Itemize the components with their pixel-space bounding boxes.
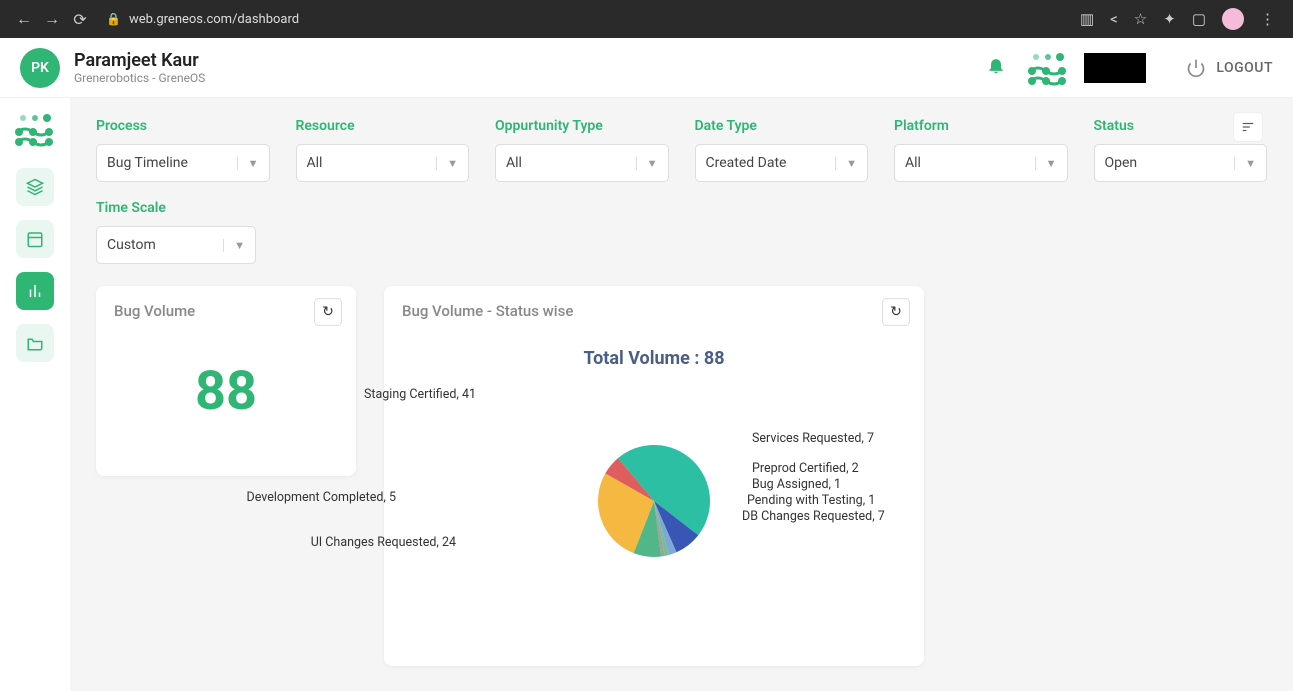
- refresh-bug-volume-button[interactable]: ↻: [314, 298, 342, 326]
- filter-opportunity-type-select[interactable]: All▼: [495, 144, 669, 182]
- logout-button[interactable]: LOGOUT: [1186, 58, 1273, 78]
- pie-slice-label: DB Changes Requested, 7: [742, 509, 885, 524]
- tab-icon[interactable]: ▢: [1192, 10, 1206, 28]
- user-name: Paramjeet Kaur: [74, 50, 205, 71]
- chevron-down-icon: ▼: [436, 157, 458, 170]
- browser-forward-button[interactable]: →: [38, 5, 66, 33]
- notifications-bell-icon[interactable]: [986, 55, 1006, 80]
- sidebar-logo-icon: [13, 110, 57, 148]
- pie-slice-label: Preprod Certified, 2: [752, 461, 859, 476]
- brand-logo-icon: [1026, 49, 1070, 87]
- browser-url-text: web.greneos.com/dashboard: [129, 12, 299, 27]
- sidebar-item-analytics[interactable]: [16, 272, 54, 310]
- filter-process-label: Process: [96, 118, 270, 134]
- extension-icon[interactable]: ▥: [1080, 10, 1094, 28]
- chevron-down-icon: ▼: [237, 157, 259, 170]
- content-area: Process Bug Timeline▼ Resource All▼ Oppu…: [70, 98, 1293, 691]
- layers-icon: [26, 178, 44, 196]
- puzzle-icon[interactable]: ✦: [1163, 10, 1176, 28]
- filter-timescale-label: Time Scale: [96, 200, 1267, 216]
- filter-timescale: Time Scale Custom▼: [96, 200, 1267, 264]
- pie-slice-label: Pending with Testing, 1: [747, 493, 875, 508]
- filter-resource-select[interactable]: All▼: [296, 144, 470, 182]
- browser-url-bar[interactable]: 🔒 web.greneos.com/dashboard: [106, 12, 1080, 27]
- sort-icon: [1241, 120, 1255, 134]
- filter-date-type-label: Date Type: [695, 118, 869, 134]
- chevron-down-icon: ▼: [636, 157, 658, 170]
- refresh-bug-volume-status-button[interactable]: ↻: [882, 298, 910, 326]
- lock-icon: 🔒: [106, 12, 121, 26]
- power-icon: [1186, 58, 1206, 78]
- filter-platform: Platform All▼: [894, 118, 1068, 182]
- sidebar-item-files[interactable]: [16, 324, 54, 362]
- chevron-down-icon: ▼: [835, 157, 857, 170]
- chevron-down-icon: ▼: [223, 239, 245, 252]
- pie-slice-label: UI Changes Requested, 24: [311, 535, 456, 550]
- app-header: PK Paramjeet Kaur Grenerobotics - GreneO…: [0, 38, 1293, 98]
- filter-date-type-select[interactable]: Created Date▼: [695, 144, 869, 182]
- redacted-box: [1084, 53, 1146, 83]
- profile-avatar-icon[interactable]: [1222, 8, 1244, 30]
- card-bug-volume-status: Bug Volume - Status wise ↻ Total Volume …: [384, 286, 924, 666]
- filter-platform-label: Platform: [894, 118, 1068, 134]
- pie-slice-label: Staging Certified, 41: [364, 387, 476, 402]
- user-avatar[interactable]: PK: [20, 48, 60, 88]
- browser-chrome-bar: ← → ⟳ 🔒 web.greneos.com/dashboard ▥ < ☆ …: [0, 0, 1293, 38]
- filter-date-type: Date Type Created Date▼: [695, 118, 869, 182]
- calendar-icon: [26, 230, 44, 248]
- folder-icon: [26, 334, 44, 352]
- filter-process: Process Bug Timeline▼: [96, 118, 270, 182]
- filter-resource: Resource All▼: [296, 118, 470, 182]
- chevron-down-icon: ▼: [1035, 157, 1057, 170]
- user-org: Grenerobotics - GreneOS: [74, 71, 205, 85]
- card-bug-volume: Bug Volume ↻ 88: [96, 286, 356, 476]
- card-bug-volume-title: Bug Volume: [114, 302, 338, 320]
- bar-chart-icon: [26, 282, 44, 300]
- filter-platform-select[interactable]: All▼: [894, 144, 1068, 182]
- bug-volume-value: 88: [114, 360, 338, 423]
- filter-process-select[interactable]: Bug Timeline▼: [96, 144, 270, 182]
- kebab-menu-icon[interactable]: ⋮: [1260, 10, 1275, 28]
- browser-reload-button[interactable]: ⟳: [66, 5, 94, 33]
- filter-opportunity-type-label: Oppurtunity Type: [495, 118, 669, 134]
- sidebar: [0, 98, 70, 691]
- browser-back-button[interactable]: ←: [10, 5, 38, 33]
- pie-slice-label: Services Requested, 7: [752, 431, 874, 446]
- sort-button[interactable]: [1233, 112, 1263, 142]
- sidebar-item-calendar[interactable]: [16, 220, 54, 258]
- filter-timescale-select[interactable]: Custom▼: [96, 226, 256, 264]
- share-icon[interactable]: <: [1110, 10, 1118, 28]
- logout-label: LOGOUT: [1216, 60, 1273, 76]
- filter-status-select[interactable]: Open▼: [1094, 144, 1268, 182]
- sidebar-item-layers[interactable]: [16, 168, 54, 206]
- card-bug-volume-status-title: Bug Volume - Status wise: [402, 302, 906, 320]
- filter-opportunity-type: Oppurtunity Type All▼: [495, 118, 669, 182]
- filter-resource-label: Resource: [296, 118, 470, 134]
- pie-chart: Staging Certified, 41Services Requested,…: [402, 387, 906, 647]
- pie-total-label: Total Volume : 88: [402, 348, 906, 369]
- pie-slice-label: Development Completed, 5: [247, 490, 397, 505]
- star-icon[interactable]: ☆: [1134, 10, 1147, 28]
- pie-slice-label: Bug Assigned, 1: [752, 477, 841, 492]
- chevron-down-icon: ▼: [1234, 157, 1256, 170]
